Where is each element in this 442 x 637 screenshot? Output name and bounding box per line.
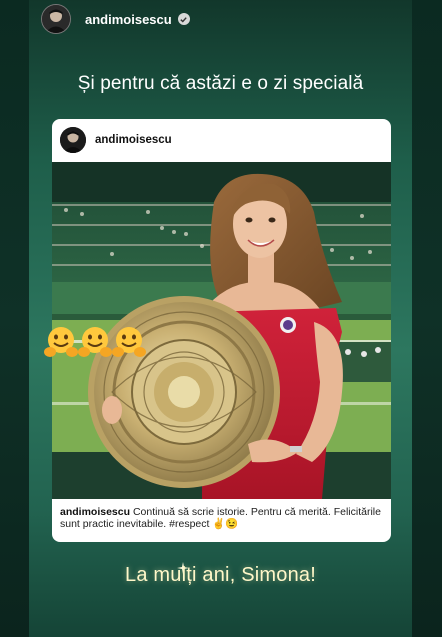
verified-badge-icon	[177, 13, 190, 25]
profile-avatar[interactable]	[41, 4, 71, 34]
header-username[interactable]: andimoisescu	[85, 12, 172, 27]
story-header: andimoisescu	[41, 4, 190, 34]
story-signoff-text: La mulți ani, Simona!	[125, 564, 316, 586]
post-avatar-photo-icon	[60, 127, 86, 153]
right-backdrop	[412, 0, 442, 637]
hugging-face-icon	[112, 327, 146, 357]
post-username[interactable]: andimoisescu	[95, 134, 172, 146]
avatar-photo-icon	[42, 5, 70, 33]
hugging-face-icon	[78, 327, 112, 357]
left-backdrop	[0, 0, 29, 637]
post-avatar[interactable]	[60, 127, 86, 153]
story-frame[interactable]: andimoisescu Și pentru că astăzi e o zi …	[29, 0, 412, 637]
hugging-face-icon	[44, 327, 78, 357]
post-header: andimoisescu	[52, 119, 391, 161]
story-headline: Și pentru că astăzi e o zi specială	[77, 73, 364, 94]
post-caption: andimoisescu Continuă să scrie istorie. …	[60, 506, 383, 530]
emoji-sticker-row[interactable]	[43, 324, 146, 360]
caption-username[interactable]: andimoisescu	[60, 506, 130, 518]
